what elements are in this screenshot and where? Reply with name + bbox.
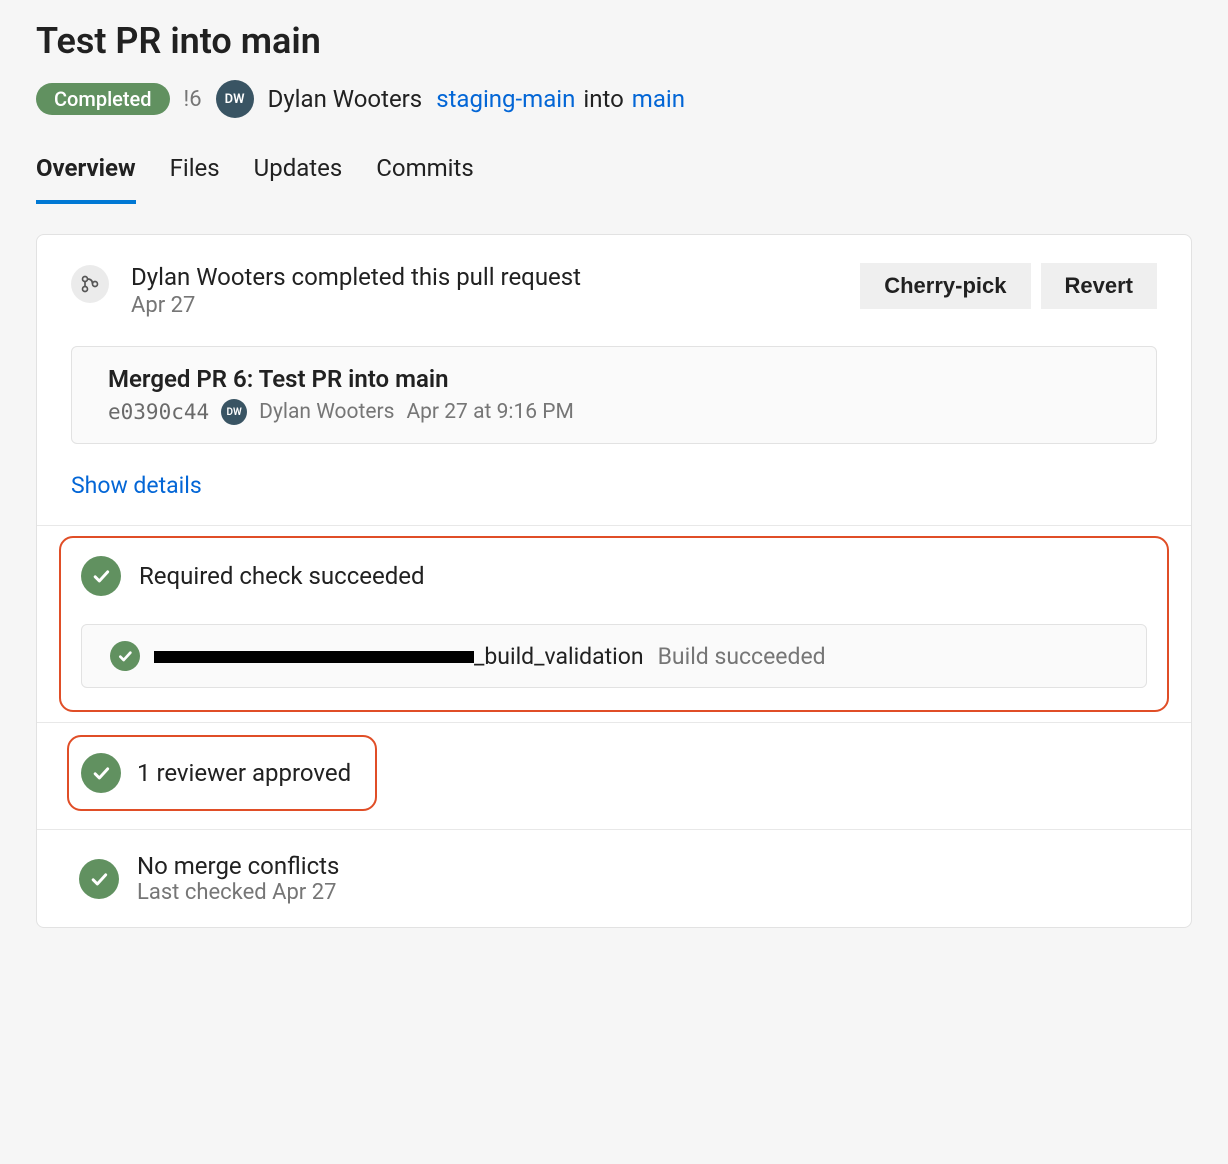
completion-text: Dylan Wooters completed this pull reques… <box>131 263 838 291</box>
pr-title: Test PR into main <box>36 20 1192 62</box>
target-branch-link[interactable]: main <box>632 85 685 113</box>
status-badge: Completed <box>36 83 170 115</box>
tab-bar: Overview Files Updates Commits <box>36 148 1192 206</box>
build-name: _build_validation <box>154 643 644 670</box>
merge-title: No merge conflicts <box>137 852 339 880</box>
pr-id: !6 <box>184 87 202 112</box>
tab-updates[interactable]: Updates <box>254 148 343 204</box>
tab-overview[interactable]: Overview <box>36 148 136 204</box>
author-name[interactable]: Dylan Wooters <box>268 85 423 113</box>
merge-subtext: Last checked Apr 27 <box>137 880 339 905</box>
reviewer-section: 1 reviewer approved <box>67 735 377 811</box>
check-success-icon <box>81 753 121 793</box>
merge-section: No merge conflicts Last checked Apr 27 <box>37 830 1191 927</box>
commit-hash[interactable]: e0390c44 <box>108 400 209 424</box>
into-text: into <box>583 85 623 113</box>
pr-card: Dylan Wooters completed this pull reques… <box>36 234 1192 928</box>
build-status: Build succeeded <box>658 643 826 670</box>
completion-date: Apr 27 <box>131 293 838 318</box>
merge-icon <box>71 265 109 303</box>
cherry-pick-button[interactable]: Cherry-pick <box>860 263 1030 309</box>
required-check-title: Required check succeeded <box>139 562 425 590</box>
check-success-icon <box>81 556 121 596</box>
commit-box[interactable]: Merged PR 6: Test PR into main e0390c44 … <box>71 346 1157 444</box>
check-success-icon <box>110 641 140 671</box>
check-success-icon <box>79 859 119 899</box>
avatar[interactable]: DW <box>216 80 254 118</box>
required-check-section: Required check succeeded _build_validati… <box>59 536 1169 712</box>
avatar[interactable]: DW <box>221 399 247 425</box>
revert-button[interactable]: Revert <box>1041 263 1157 309</box>
tab-files[interactable]: Files <box>170 148 220 204</box>
commit-author: Dylan Wooters <box>259 400 394 424</box>
source-branch-link[interactable]: staging-main <box>436 85 575 113</box>
tab-commits[interactable]: Commits <box>376 148 473 204</box>
pr-meta-row: Completed !6 DW Dylan Wooters staging-ma… <box>36 80 1192 118</box>
commit-timestamp: Apr 27 at 9:16 PM <box>406 400 573 424</box>
commit-title: Merged PR 6: Test PR into main <box>108 365 1120 393</box>
completion-row: Dylan Wooters completed this pull reques… <box>37 235 1191 318</box>
build-row[interactable]: _build_validation Build succeeded <box>81 624 1147 688</box>
show-details-link[interactable]: Show details <box>71 472 202 499</box>
redacted-text <box>154 651 474 663</box>
reviewer-text: 1 reviewer approved <box>137 759 351 787</box>
